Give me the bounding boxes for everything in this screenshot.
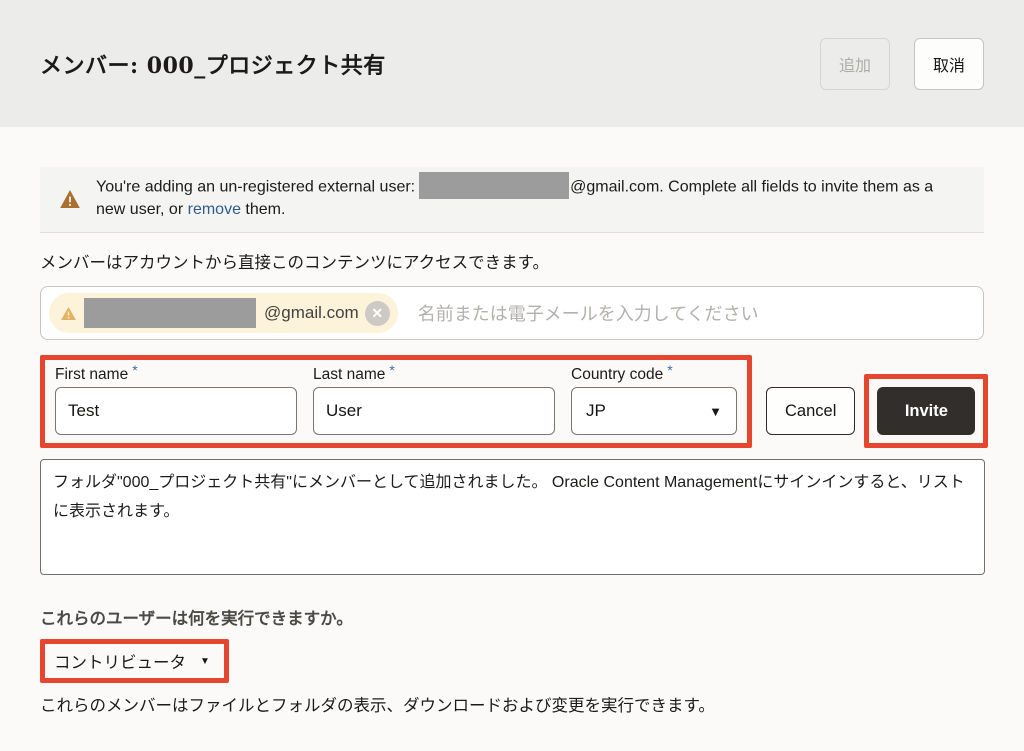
warning-banner: You're adding an un-registered external … bbox=[40, 167, 984, 233]
chip-warning-icon bbox=[61, 307, 76, 320]
remove-link[interactable]: remove bbox=[188, 201, 241, 218]
invite-button[interactable]: Invite bbox=[877, 387, 975, 435]
warning-text: You're adding an un-registered external … bbox=[96, 176, 964, 221]
role-value: コントリビュータ bbox=[54, 649, 186, 673]
first-name-input[interactable] bbox=[55, 387, 297, 435]
redacted-chip-user bbox=[84, 298, 256, 328]
recipient-input[interactable]: @gmail.com ✕ 名前または電子メールを入力してください bbox=[40, 286, 984, 340]
redacted-email-user bbox=[419, 172, 569, 199]
country-code-select[interactable]: JP ▼ bbox=[571, 387, 737, 435]
permissions-question: これらのユーザーは何を実行できますか。 bbox=[40, 605, 984, 629]
email-chip: @gmail.com ✕ bbox=[49, 293, 398, 333]
recipient-placeholder: 名前または電子メールを入力してください bbox=[418, 300, 759, 326]
warning-email-domain: @gmail.com bbox=[570, 179, 659, 196]
dialog-content: You're adding an un-registered external … bbox=[0, 167, 1024, 716]
first-name-field-group: First name* bbox=[55, 362, 297, 435]
first-name-label: First name* bbox=[55, 362, 297, 384]
chevron-down-icon: ▼ bbox=[200, 656, 210, 667]
chevron-down-icon: ▼ bbox=[709, 404, 722, 419]
permissions-description: これらのメンバーはファイルとフォルダの表示、ダウンロードおよび変更を実行できます… bbox=[40, 692, 984, 716]
invite-form-row: First name* Last name* Country code* JP … bbox=[40, 355, 984, 448]
chip-remove-icon[interactable]: ✕ bbox=[365, 301, 390, 326]
cancel-dialog-button[interactable]: 取消 bbox=[914, 38, 984, 90]
last-name-field-group: Last name* bbox=[313, 362, 555, 435]
last-name-input[interactable] bbox=[313, 387, 555, 435]
dialog-header: メンバー: 000_プロジェクト共有 追加 取消 bbox=[0, 0, 1024, 127]
required-asterisk: * bbox=[132, 362, 137, 378]
chip-email-domain: @gmail.com bbox=[264, 303, 359, 323]
annotation-box-fields: First name* Last name* Country code* JP … bbox=[40, 355, 752, 448]
last-name-label: Last name* bbox=[313, 362, 555, 384]
page-title: メンバー: 000_プロジェクト共有 bbox=[40, 48, 386, 80]
annotation-box-invite: Invite bbox=[864, 374, 988, 448]
header-actions: 追加 取消 bbox=[820, 38, 984, 90]
members-intro-text: メンバーはアカウントから直接このコンテンツにアクセスできます。 bbox=[40, 249, 984, 273]
warning-icon bbox=[60, 190, 80, 208]
country-code-value: JP bbox=[586, 401, 606, 421]
country-code-label: Country code* bbox=[571, 362, 737, 384]
invite-message-textarea[interactable]: フォルダ"000_プロジェクト共有"にメンバーとして追加されました。 Oracl… bbox=[40, 459, 985, 575]
role-select[interactable]: コントリビュータ ▼ bbox=[40, 639, 229, 683]
required-asterisk: * bbox=[389, 362, 394, 378]
warning-text-after: them. bbox=[241, 201, 285, 218]
add-button[interactable]: 追加 bbox=[820, 38, 890, 90]
country-code-field-group: Country code* JP ▼ bbox=[571, 362, 737, 435]
cancel-button[interactable]: Cancel bbox=[766, 387, 855, 435]
required-asterisk: * bbox=[667, 362, 672, 378]
warning-text-before: You're adding an un-registered external … bbox=[96, 179, 415, 196]
